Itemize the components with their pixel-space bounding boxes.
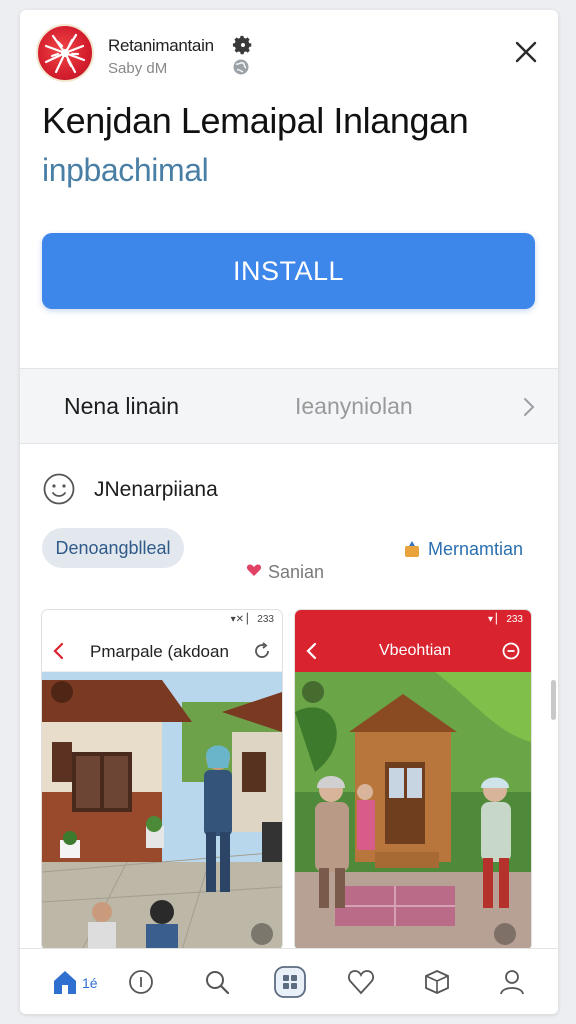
close-icon[interactable] — [512, 38, 540, 66]
rating-label: Sanian — [268, 562, 325, 582]
status-text: ▾ ▏ 233 — [488, 614, 523, 625]
status-bar: ▾✕ ▏ 233 — [42, 610, 282, 630]
info-icon[interactable] — [126, 967, 156, 997]
cube-icon[interactable] — [422, 967, 452, 997]
more-circle-icon — [502, 642, 520, 660]
home-label: 1é — [82, 975, 98, 991]
screenshot-title: Pmarpale (akdoan — [90, 642, 229, 661]
gear-icon[interactable] — [232, 34, 254, 56]
category-link[interactable]: Mernamtian — [428, 539, 523, 560]
profile-name: JNenarpiiana — [94, 478, 218, 501]
home-icon[interactable] — [50, 967, 80, 997]
smile-icon — [43, 473, 75, 505]
back-arrow-icon — [53, 642, 64, 660]
app-logo — [36, 24, 94, 82]
search-icon[interactable] — [202, 967, 232, 997]
person-icon[interactable] — [497, 967, 527, 997]
screenshot-1[interactable]: ▾✕ ▏ 233 Pmarpale (akdoan — [42, 610, 282, 950]
heart-small-icon — [246, 564, 262, 576]
globe-icon — [233, 59, 249, 75]
status-text: ▾✕ ▏ 233 — [230, 614, 274, 625]
house-photo — [42, 672, 282, 950]
app-title: Kenjdan Lemaipal Inlangan — [42, 100, 469, 141]
apps-icon[interactable] — [273, 965, 307, 999]
screenshot-2[interactable]: ▾ ▏ 233 Vbeohtian — [295, 610, 531, 950]
screenshot-title: Vbeohtian — [379, 642, 452, 659]
heart-icon[interactable] — [346, 967, 376, 997]
medal-icon — [405, 541, 419, 557]
app-header: Retanimantain Saby dM — [20, 10, 558, 90]
install-button[interactable]: INSTALL — [42, 233, 535, 309]
screenshot-toolbar: Pmarpale (akdoan — [42, 630, 282, 672]
back-arrow-icon — [306, 642, 317, 660]
screenshot-toolbar: Vbeohtian — [295, 630, 531, 672]
category-pill[interactable]: Denoangblleal — [42, 528, 184, 568]
wooden-house-photo — [295, 672, 531, 950]
app-subtitle: inpbachimal — [42, 152, 209, 188]
chevron-right-icon[interactable] — [520, 395, 538, 419]
app-developer: Saby dM — [108, 60, 168, 77]
refresh-icon — [255, 642, 269, 658]
app-name: Retanimantain — [108, 36, 214, 55]
info-row-value: Ieanyniolan — [295, 393, 413, 419]
status-bar: ▾ ▏ 233 — [295, 610, 531, 630]
info-row[interactable]: Nena linain Ieanyniolan — [20, 368, 558, 444]
app-install-card: Retanimantain Saby dM Kenjdan Lemaipal I… — [20, 10, 558, 1014]
scrollbar-handle[interactable] — [551, 680, 556, 720]
bottom-nav: 1é — [20, 948, 558, 1014]
info-row-label: Nena linain — [64, 393, 180, 419]
